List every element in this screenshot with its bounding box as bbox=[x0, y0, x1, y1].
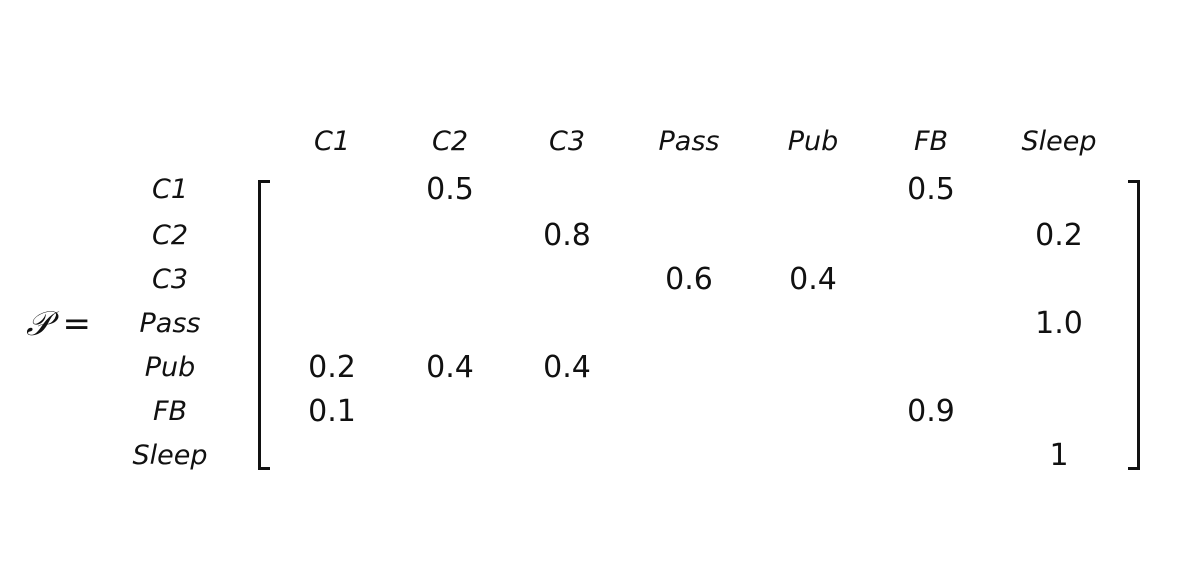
matrix-cell: 0.5 bbox=[907, 172, 955, 207]
row-header: C3 bbox=[151, 264, 189, 295]
matrix-cell: 0.9 bbox=[907, 394, 955, 429]
matrix-lhs: 𝒫 = bbox=[26, 302, 91, 346]
matrix-symbol: 𝒫 bbox=[26, 304, 51, 344]
row-header: C1 bbox=[151, 174, 189, 205]
matrix-cell: 1 bbox=[1049, 438, 1069, 473]
row-header: Sleep bbox=[132, 440, 208, 471]
matrix-cell: 0.5 bbox=[426, 172, 474, 207]
column-header: FB bbox=[913, 126, 949, 157]
matrix-cell: 0.4 bbox=[543, 350, 591, 385]
transition-matrix-diagram: 𝒫 = C1 C2 C3 Pass Pub FB Sleep C1 C2 C3 Pass Pub FB S… bbox=[0, 0, 1182, 564]
column-header: Sleep bbox=[1021, 126, 1097, 157]
row-header: Pub bbox=[144, 352, 196, 383]
column-header: C3 bbox=[548, 126, 586, 157]
matrix-cell: 0.4 bbox=[789, 262, 837, 297]
right-bracket bbox=[1128, 180, 1140, 470]
matrix-cell: 0.8 bbox=[543, 218, 591, 253]
matrix-cell: 1.0 bbox=[1035, 306, 1083, 341]
left-bracket bbox=[258, 180, 270, 470]
matrix-cell: 0.1 bbox=[308, 394, 356, 429]
matrix-cell: 0.6 bbox=[665, 262, 713, 297]
column-header: Pub bbox=[787, 126, 839, 157]
equals-sign: = bbox=[62, 304, 92, 344]
column-header: Pass bbox=[658, 126, 720, 157]
matrix-cell: 0.2 bbox=[308, 350, 356, 385]
column-header: C1 bbox=[313, 126, 351, 157]
column-header: C2 bbox=[431, 126, 469, 157]
matrix-cell: 0.4 bbox=[426, 350, 474, 385]
row-header: Pass bbox=[139, 308, 201, 339]
row-header: C2 bbox=[151, 220, 189, 251]
matrix-cell: 0.2 bbox=[1035, 218, 1083, 253]
row-header: FB bbox=[152, 396, 188, 427]
